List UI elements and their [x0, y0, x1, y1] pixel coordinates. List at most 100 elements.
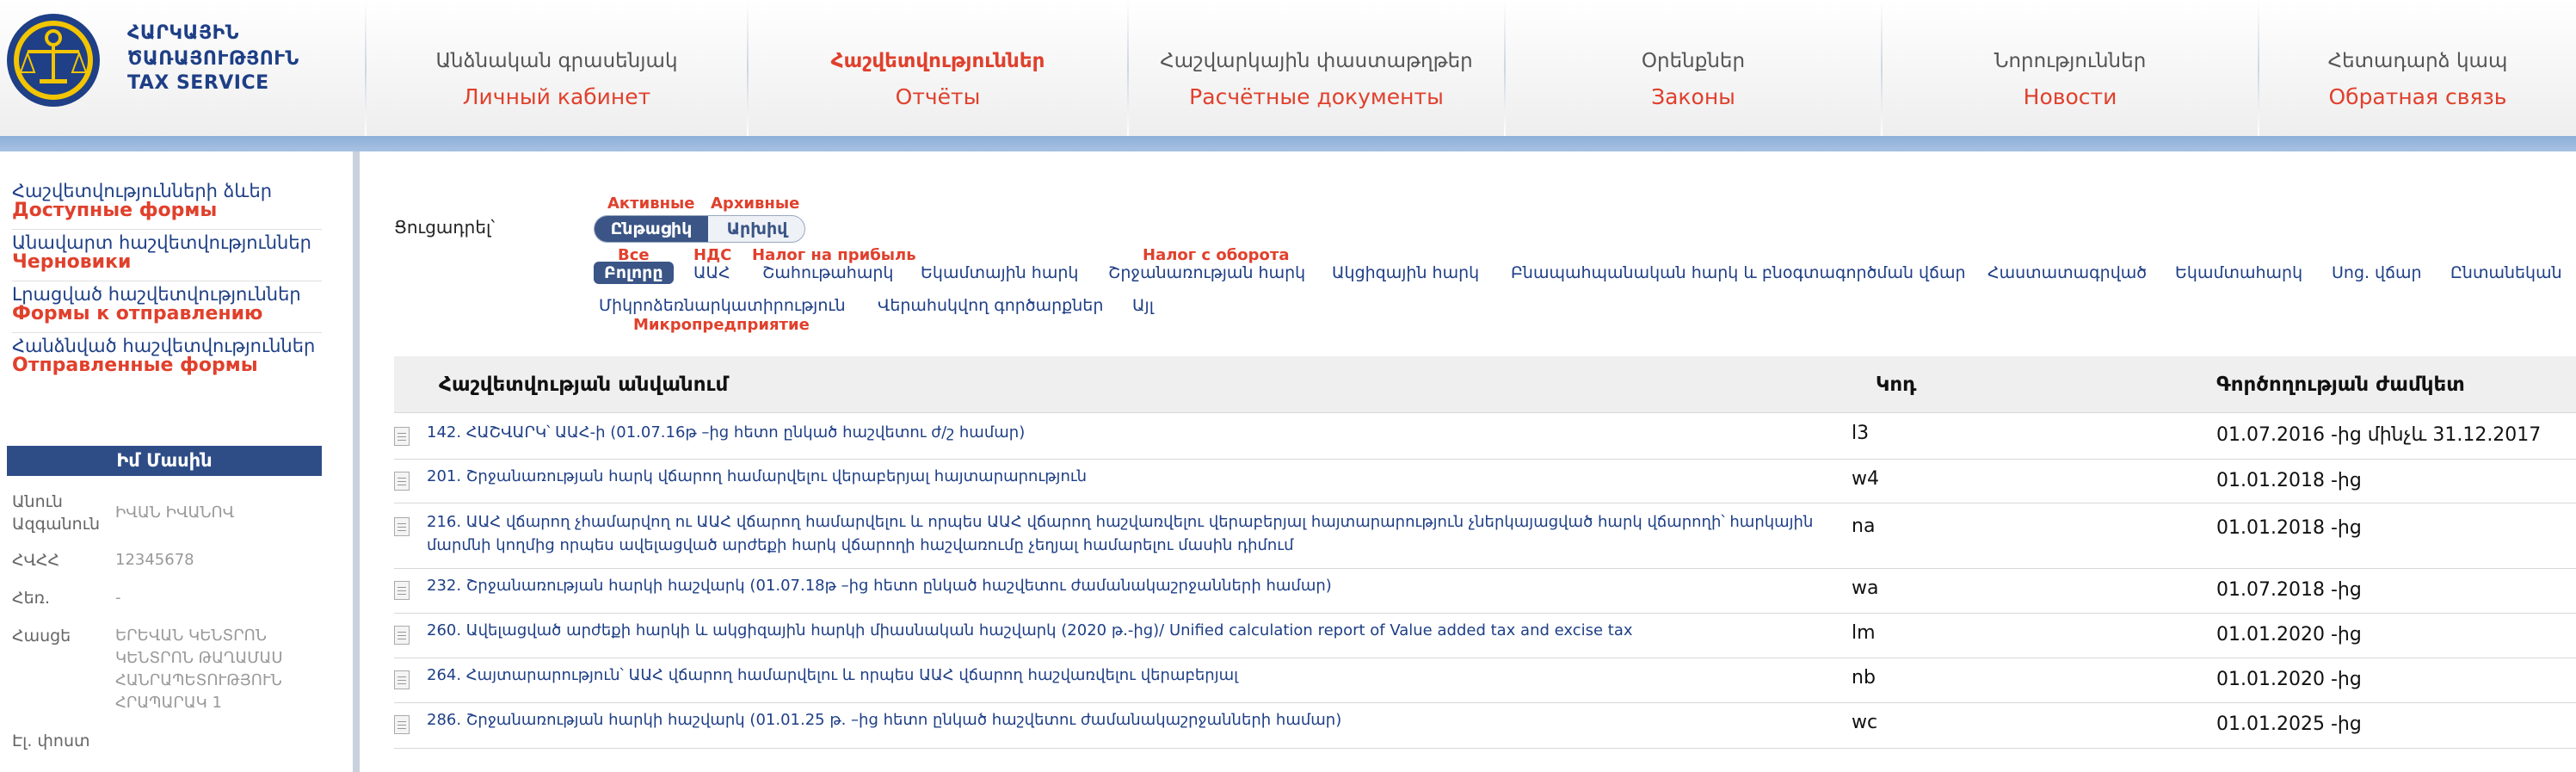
table-row[interactable]: 232. Շրջանառության հարկի հաշվարկ (01.07.… — [394, 569, 2576, 614]
nav-label-ru: Новости — [2023, 84, 2117, 109]
sidebar-item-label-ru: Формы к отправлению — [12, 303, 263, 324]
report-period: 01.01.2020 -ից — [2216, 624, 2362, 645]
toggle-active-ru-label: Активные — [607, 195, 695, 213]
report-code: wa — [1852, 577, 1879, 599]
toggle-archive[interactable]: Արխիվ — [708, 216, 804, 242]
sidebar-item-label-ru: Отправленные формы — [12, 355, 258, 376]
tab-social-payment[interactable]: Սոց. վճար — [2332, 262, 2422, 284]
logo-text-line3: TAX SERVICE — [127, 72, 269, 94]
sidebar-item-label: Հաշվետվությունների ձևեր — [12, 181, 273, 201]
profile-value-address-line1: ԵՐԵՎԱՆ ԿԵՆՏՐՈՆ — [115, 627, 267, 645]
report-name-link[interactable]: 201. Շրջանառության հարկ վճարող համարվելո… — [427, 465, 1958, 488]
profile-label-name-line1: Անուն — [12, 492, 63, 511]
nav-news[interactable]: Նորություններ Новости — [1883, 0, 2258, 136]
nav-label-ru: Обратная связь — [2328, 84, 2507, 109]
tab-income-tax[interactable]: Եկամտային հարկ — [921, 262, 1078, 284]
report-name-link[interactable]: 264. Հայտարարություն՝ ԱԱՀ վճարող համարվե… — [427, 664, 1958, 687]
tab-profit-tax[interactable]: Շահութահարկ — [762, 262, 893, 284]
report-name-link[interactable]: 232. Շրջանառության հարկի հաշվարկ (01.07.… — [427, 574, 1958, 597]
nav-label-ru: Расчётные документы — [1189, 84, 1444, 109]
tab-fixed-tax[interactable]: Հաստատագրված — [1987, 262, 2147, 284]
nav-feedback[interactable]: Հետադարձ կապ Обратная связь — [2259, 0, 2576, 136]
report-period: 01.01.2020 -ից — [2216, 669, 2362, 690]
tab-income-tax-personal[interactable]: Եկամտահարկ — [2175, 262, 2302, 284]
table-row[interactable]: 201. Շրջանառության հարկ վճարող համարվելո… — [394, 460, 2576, 503]
profile-label-email: Էլ. փոստ — [12, 732, 90, 750]
report-name-link-line1[interactable]: 216. ԱԱՀ վճարող չհամարվող ու ԱԱՀ վճարող … — [427, 510, 1958, 534]
nav-label-ru: Законы — [1651, 84, 1735, 109]
nav-payment-documents[interactable]: Հաշվարկային փաստաթղթեր Расчётные докумен… — [1129, 0, 1504, 136]
document-icon — [394, 670, 410, 689]
nav-label-hy: Հաշվետվություններ — [830, 50, 1045, 72]
report-name-link-line2[interactable]: մարմնի կողմից որպես ավելացված արժեքի հար… — [427, 534, 1958, 557]
sidebar-item-label: Հանձնված հաշվետվություններ — [12, 336, 316, 356]
sidebar-item-label: Անավարտ հաշվետվություններ — [12, 232, 311, 253]
sidebar-item-available-forms[interactable]: Հաշվետվությունների ձևեր Доступные формы — [12, 181, 322, 221]
column-header-name[interactable]: Հաշվետվության անվանում — [439, 374, 728, 396]
tab-environmental-tax[interactable]: Բնապահպանական հարկ և բնօգտագործման վճար — [1511, 262, 1966, 284]
nav-laws[interactable]: Օրենքներ Законы — [1506, 0, 1881, 136]
sidebar-divider-line — [12, 332, 322, 333]
tab-controlled-transactions[interactable]: Վերահսկվող գործարքներ — [878, 294, 1103, 317]
toggle-archive-ru-label: Архивные — [711, 195, 800, 213]
sidebar-item-label: Լրացված հաշվետվություններ — [12, 284, 301, 305]
table-row[interactable]: 216. ԱԱՀ վճարող չհամարվող ու ԱԱՀ վճարող … — [394, 503, 2576, 569]
profile-label-name-line2: Ազգանուն — [12, 515, 101, 534]
table-row[interactable]: 142. ՀԱՇՎԱՐԿ՝ ԱԱՀ-ի (01.07.16թ –ից հետո … — [394, 414, 2576, 460]
profile-label-tin: ՀՎՀՀ — [12, 551, 60, 570]
table-row[interactable]: 264. Հայտարարություն՝ ԱԱՀ վճարող համարվե… — [394, 658, 2576, 703]
profile-value-phone: - — [115, 589, 121, 607]
nav-personal-cabinet[interactable]: Անձնական գրասենյակ Личный кабинет — [367, 0, 747, 136]
sidebar-item-sent[interactable]: Հանձնված հաշվետվություններ Отправленные … — [12, 336, 322, 376]
document-icon — [394, 626, 410, 645]
profile-value-address-line2: ԿԵՆՏՐՈՆ ԹԱՂԱՄԱՍ — [115, 649, 283, 667]
report-period: 01.01.2018 -ից — [2216, 470, 2362, 491]
report-code: wc — [1852, 712, 1878, 733]
logo-text-line1: ՀԱՐԿԱՅԻՆ — [127, 22, 239, 44]
report-name-link[interactable]: 142. ՀԱՇՎԱՐԿ՝ ԱԱՀ-ի (01.07.16թ –ից հետո … — [427, 421, 1958, 444]
sidebar-item-label-ru: Доступные формы — [12, 200, 218, 221]
nav-label-ru: Отчёты — [895, 84, 981, 109]
tab-vat[interactable]: ԱԱՀ — [693, 262, 730, 284]
profile-value-address-line3: ՀԱՆՐԱՊԵՏՈՒԹՅՈՒՆ — [115, 671, 282, 689]
table-row[interactable]: 260. Ավելացված արժեքի հարկի և ակցիզային … — [394, 614, 2576, 658]
nav-label-hy: Օրենքներ — [1641, 50, 1746, 72]
tab-excise-tax[interactable]: Ակցիզային հարկ — [1332, 262, 1479, 284]
profile-value-name: ԻՎԱՆ ԻՎԱՆՈՎ — [115, 503, 235, 522]
report-name-link[interactable]: 286. Շրջանառության հարկի հաշվարկ (01.01.… — [427, 708, 1958, 732]
sidebar-item-drafts[interactable]: Անավարտ հաշվետվություններ Черновики — [12, 232, 322, 273]
tab-other[interactable]: Այլ — [1132, 294, 1154, 317]
tax-service-logo[interactable] — [5, 5, 102, 115]
nav-label-hy: Հետադարձ կապ — [2327, 50, 2508, 72]
profile-value-tin: 12345678 — [115, 551, 194, 569]
document-icon — [394, 427, 410, 446]
column-header-code[interactable]: Կոդ — [1876, 374, 1916, 396]
nav-label-hy: Անձնական գրասենյակ — [435, 50, 678, 72]
tab-microenterprise-ru-label: Микропредприятие — [633, 316, 810, 334]
tab-all[interactable]: Բոլորը — [594, 262, 674, 284]
nav-label-ru: Личный кабинет — [462, 84, 651, 109]
report-code: na — [1852, 516, 1876, 537]
report-period: 01.01.2025 -ից — [2216, 713, 2362, 735]
sidebar-divider-line — [12, 229, 322, 230]
logo-text-line2: ԾԱՌԱՅՈՒԹՅՈՒՆ — [127, 48, 299, 70]
toggle-current[interactable]: Ընթացիկ — [595, 216, 708, 242]
current-archive-toggle[interactable]: Ընթացիկ Արխիվ — [594, 215, 805, 243]
report-period: 01.07.2018 -ից — [2216, 579, 2362, 601]
report-code: lm — [1852, 622, 1876, 644]
report-code: l3 — [1852, 423, 1870, 444]
header-band — [0, 136, 2576, 151]
nav-reports[interactable]: Հաշվետվություններ Отчёты — [749, 0, 1127, 136]
table-row[interactable]: 286. Շրջանառության հարկի հաշվարկ (01.01.… — [394, 703, 2576, 749]
sidebar-divider — [353, 151, 360, 772]
sidebar-item-to-send[interactable]: Լրացված հաշվետվություններ Формы к отправ… — [12, 284, 322, 324]
tab-turnover-tax[interactable]: Շրջանառության հարկ — [1108, 262, 1305, 284]
profile-title: Իմ Մասին — [7, 446, 322, 476]
profile-label-address: Հասցե — [12, 627, 71, 645]
tab-microenterprise[interactable]: Միկրոձեռնարկատիրություն — [599, 294, 846, 317]
sidebar-item-label-ru: Черновики — [12, 251, 132, 273]
column-header-period[interactable]: Գործողության ժամկետ — [2216, 374, 2465, 396]
tab-family[interactable]: Ընտանեկան — [2450, 262, 2562, 284]
show-filter-label: Ցուցադրել՝ — [394, 217, 496, 238]
report-name-link[interactable]: 260. Ավելացված արժեքի հարկի և ակցիզային … — [427, 619, 1958, 642]
